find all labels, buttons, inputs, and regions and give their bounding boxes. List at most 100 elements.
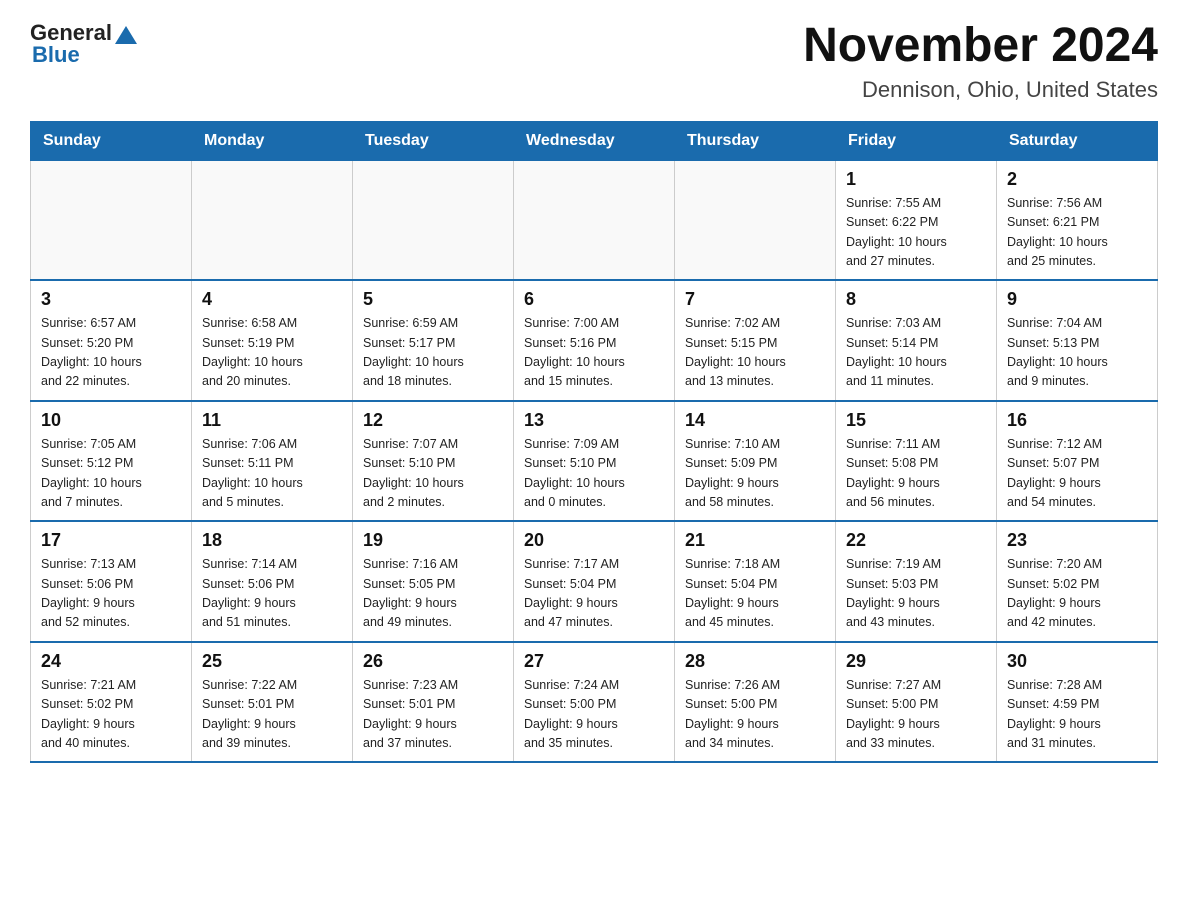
calendar-table: SundayMondayTuesdayWednesdayThursdayFrid…	[30, 121, 1158, 764]
weekday-header-row: SundayMondayTuesdayWednesdayThursdayFrid…	[31, 121, 1158, 160]
calendar-cell: 22Sunrise: 7:19 AMSunset: 5:03 PMDayligh…	[836, 521, 997, 642]
calendar-cell: 7Sunrise: 7:02 AMSunset: 5:15 PMDaylight…	[675, 280, 836, 401]
day-info: Sunrise: 6:58 AMSunset: 5:19 PMDaylight:…	[202, 314, 342, 392]
day-info: Sunrise: 7:09 AMSunset: 5:10 PMDaylight:…	[524, 435, 664, 513]
day-number: 26	[363, 651, 503, 672]
day-info: Sunrise: 7:04 AMSunset: 5:13 PMDaylight:…	[1007, 314, 1147, 392]
logo-triangle-icon	[115, 22, 137, 44]
day-number: 10	[41, 410, 181, 431]
day-number: 28	[685, 651, 825, 672]
day-info: Sunrise: 7:14 AMSunset: 5:06 PMDaylight:…	[202, 555, 342, 633]
day-info: Sunrise: 7:18 AMSunset: 5:04 PMDaylight:…	[685, 555, 825, 633]
day-number: 29	[846, 651, 986, 672]
day-info: Sunrise: 7:13 AMSunset: 5:06 PMDaylight:…	[41, 555, 181, 633]
calendar-subtitle: Dennison, Ohio, United States	[803, 77, 1158, 103]
calendar-cell	[353, 160, 514, 280]
calendar-cell: 13 Sunrise: 7:09 AMSunset: 5:10 PMDayligh…	[514, 401, 675, 522]
calendar-cell: 25Sunrise: 7:22 AMSunset: 5:01 PMDayligh…	[192, 642, 353, 763]
day-info: Sunrise: 7:00 AMSunset: 5:16 PMDaylight:…	[524, 314, 664, 392]
day-number: 24	[41, 651, 181, 672]
day-info: Sunrise: 7:55 AMSunset: 6:22 PMDaylight:…	[846, 194, 986, 272]
title-block: November 2024 Dennison, Ohio, United Sta…	[803, 20, 1158, 103]
weekday-header-friday: Friday	[836, 121, 997, 160]
day-info: Sunrise: 7:26 AMSunset: 5:00 PMDaylight:…	[685, 676, 825, 754]
day-number: 3	[41, 289, 181, 310]
calendar-cell: 6Sunrise: 7:00 AMSunset: 5:16 PMDaylight…	[514, 280, 675, 401]
calendar-cell: 10 Sunrise: 7:05 AMSunset: 5:12 PMDayligh…	[31, 401, 192, 522]
day-info: Sunrise: 7:10 AMSunset: 5:09 PMDaylight:…	[685, 435, 825, 513]
day-number: 13	[524, 410, 664, 431]
calendar-cell: 2 Sunrise: 7:56 AMSunset: 6:21 PMDaylight…	[997, 160, 1158, 280]
calendar-cell: 15 Sunrise: 7:11 AMSunset: 5:08 PMDayligh…	[836, 401, 997, 522]
day-number: 27	[524, 651, 664, 672]
day-number: 17	[41, 530, 181, 551]
day-info: Sunrise: 7:28 AMSunset: 4:59 PMDaylight:…	[1007, 676, 1147, 754]
calendar-week-3: 10 Sunrise: 7:05 AMSunset: 5:12 PMDayligh…	[31, 401, 1158, 522]
page-header: General Blue November 2024 Dennison, Ohi…	[30, 20, 1158, 103]
calendar-cell: 21Sunrise: 7:18 AMSunset: 5:04 PMDayligh…	[675, 521, 836, 642]
calendar-cell: 14 Sunrise: 7:10 AMSunset: 5:09 PMDayligh…	[675, 401, 836, 522]
calendar-cell: 26 Sunrise: 7:23 AMSunset: 5:01 PMDayligh…	[353, 642, 514, 763]
calendar-week-5: 24 Sunrise: 7:21 AMSunset: 5:02 PMDayligh…	[31, 642, 1158, 763]
calendar-cell: 12 Sunrise: 7:07 AMSunset: 5:10 PMDayligh…	[353, 401, 514, 522]
day-number: 18	[202, 530, 342, 551]
day-info: Sunrise: 7:06 AMSunset: 5:11 PMDaylight:…	[202, 435, 342, 513]
day-info: Sunrise: 7:19 AMSunset: 5:03 PMDaylight:…	[846, 555, 986, 633]
day-info: Sunrise: 7:11 AMSunset: 5:08 PMDaylight:…	[846, 435, 986, 513]
day-number: 30	[1007, 651, 1147, 672]
calendar-cell: 1 Sunrise: 7:55 AMSunset: 6:22 PMDaylight…	[836, 160, 997, 280]
calendar-header: SundayMondayTuesdayWednesdayThursdayFrid…	[31, 121, 1158, 160]
day-number: 5	[363, 289, 503, 310]
logo: General Blue	[30, 20, 137, 68]
day-info: Sunrise: 6:59 AMSunset: 5:17 PMDaylight:…	[363, 314, 503, 392]
day-number: 7	[685, 289, 825, 310]
day-number: 12	[363, 410, 503, 431]
day-number: 1	[846, 169, 986, 190]
calendar-cell: 29Sunrise: 7:27 AMSunset: 5:00 PMDayligh…	[836, 642, 997, 763]
day-number: 16	[1007, 410, 1147, 431]
calendar-week-2: 3Sunrise: 6:57 AMSunset: 5:20 PMDaylight…	[31, 280, 1158, 401]
day-number: 19	[363, 530, 503, 551]
day-number: 8	[846, 289, 986, 310]
day-number: 2	[1007, 169, 1147, 190]
calendar-cell: 30 Sunrise: 7:28 AMSunset: 4:59 PMDayligh…	[997, 642, 1158, 763]
calendar-cell	[192, 160, 353, 280]
day-info: Sunrise: 7:12 AMSunset: 5:07 PMDaylight:…	[1007, 435, 1147, 513]
day-info: Sunrise: 7:22 AMSunset: 5:01 PMDaylight:…	[202, 676, 342, 754]
calendar-cell	[675, 160, 836, 280]
day-info: Sunrise: 7:07 AMSunset: 5:10 PMDaylight:…	[363, 435, 503, 513]
calendar-cell: 27Sunrise: 7:24 AMSunset: 5:00 PMDayligh…	[514, 642, 675, 763]
day-info: Sunrise: 7:56 AMSunset: 6:21 PMDaylight:…	[1007, 194, 1147, 272]
calendar-week-1: 1 Sunrise: 7:55 AMSunset: 6:22 PMDaylight…	[31, 160, 1158, 280]
day-number: 14	[685, 410, 825, 431]
calendar-cell: 17 Sunrise: 7:13 AMSunset: 5:06 PMDayligh…	[31, 521, 192, 642]
calendar-cell	[514, 160, 675, 280]
calendar-cell: 11Sunrise: 7:06 AMSunset: 5:11 PMDayligh…	[192, 401, 353, 522]
calendar-cell: 16 Sunrise: 7:12 AMSunset: 5:07 PMDayligh…	[997, 401, 1158, 522]
weekday-header-wednesday: Wednesday	[514, 121, 675, 160]
calendar-cell: 20Sunrise: 7:17 AMSunset: 5:04 PMDayligh…	[514, 521, 675, 642]
weekday-header-sunday: Sunday	[31, 121, 192, 160]
calendar-cell: 24 Sunrise: 7:21 AMSunset: 5:02 PMDayligh…	[31, 642, 192, 763]
day-number: 20	[524, 530, 664, 551]
day-info: Sunrise: 7:23 AMSunset: 5:01 PMDaylight:…	[363, 676, 503, 754]
day-info: Sunrise: 7:05 AMSunset: 5:12 PMDaylight:…	[41, 435, 181, 513]
day-info: Sunrise: 7:21 AMSunset: 5:02 PMDaylight:…	[41, 676, 181, 754]
calendar-week-4: 17 Sunrise: 7:13 AMSunset: 5:06 PMDayligh…	[31, 521, 1158, 642]
calendar-cell: 4Sunrise: 6:58 AMSunset: 5:19 PMDaylight…	[192, 280, 353, 401]
calendar-cell: 19 Sunrise: 7:16 AMSunset: 5:05 PMDayligh…	[353, 521, 514, 642]
calendar-body: 1 Sunrise: 7:55 AMSunset: 6:22 PMDaylight…	[31, 160, 1158, 762]
calendar-cell: 28 Sunrise: 7:26 AMSunset: 5:00 PMDayligh…	[675, 642, 836, 763]
calendar-title: November 2024	[803, 20, 1158, 73]
weekday-header-monday: Monday	[192, 121, 353, 160]
calendar-cell: 5 Sunrise: 6:59 AMSunset: 5:17 PMDaylight…	[353, 280, 514, 401]
weekday-header-tuesday: Tuesday	[353, 121, 514, 160]
day-number: 9	[1007, 289, 1147, 310]
logo-blue-text: Blue	[32, 42, 80, 68]
calendar-cell: 18 Sunrise: 7:14 AMSunset: 5:06 PMDayligh…	[192, 521, 353, 642]
day-number: 15	[846, 410, 986, 431]
calendar-cell: 9 Sunrise: 7:04 AMSunset: 5:13 PMDaylight…	[997, 280, 1158, 401]
day-info: Sunrise: 7:16 AMSunset: 5:05 PMDaylight:…	[363, 555, 503, 633]
calendar-cell	[31, 160, 192, 280]
day-number: 23	[1007, 530, 1147, 551]
